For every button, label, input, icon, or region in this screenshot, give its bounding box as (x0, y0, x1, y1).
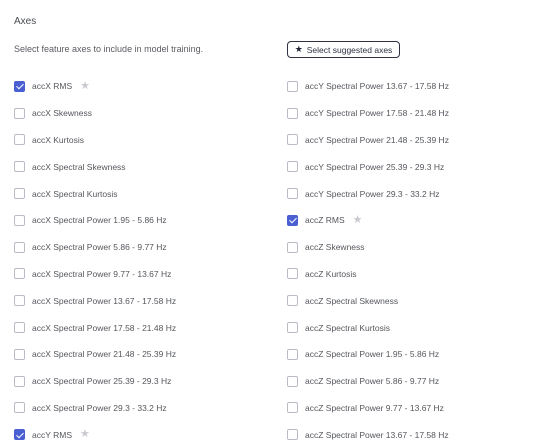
axis-option[interactable]: accZ Spectral Power 5.86 - 9.77 Hz (287, 368, 449, 395)
axis-checkbox[interactable] (287, 268, 298, 280)
axis-option[interactable]: accX Skewness (14, 100, 176, 127)
section-title: Axes (14, 16, 37, 27)
axis-checkbox[interactable] (287, 375, 298, 387)
axis-label: accX Spectral Skewness (32, 161, 126, 172)
axis-option[interactable]: accX Spectral Power 1.95 - 5.86 Hz (14, 207, 176, 234)
axis-checkbox[interactable] (14, 402, 25, 414)
axis-option[interactable]: accX RMS ★ (14, 73, 176, 100)
axis-option[interactable]: accY Spectral Power 17.58 - 21.48 Hz (287, 100, 449, 127)
axis-option[interactable]: accZ Spectral Kurtosis (287, 314, 449, 341)
select-suggested-axes-button[interactable]: ★ Select suggested axes (287, 41, 400, 58)
axis-label: accZ Skewness (305, 242, 365, 253)
axis-checkbox[interactable] (287, 322, 298, 334)
axis-option[interactable]: accX Spectral Power 17.58 - 21.48 Hz (14, 314, 176, 341)
axis-checkbox[interactable] (14, 161, 25, 173)
axis-label: accZ Spectral Power 5.86 - 9.77 Hz (305, 376, 440, 387)
axis-checkbox[interactable] (14, 322, 25, 334)
axis-label: accZ Spectral Power 1.95 - 5.86 Hz (305, 349, 440, 360)
suggested-star-icon: ★ (80, 428, 90, 441)
suggested-star-icon: ★ (80, 79, 91, 92)
axis-label: accX RMS (32, 81, 73, 92)
axis-label: accX Spectral Power 9.77 - 13.67 Hz (32, 268, 172, 279)
axis-option[interactable]: accZ Skewness (287, 234, 449, 261)
axis-checkbox[interactable] (14, 268, 25, 280)
axis-checkbox[interactable] (14, 188, 25, 200)
axes-list-left: accX RMS ★ accX Skewness accX Kurtosis accX … (14, 73, 176, 448)
axis-option[interactable]: accX Spectral Power 29.3 - 33.2 Hz (14, 395, 176, 422)
axis-option[interactable]: accY Spectral Power 13.67 - 17.58 Hz (287, 73, 449, 100)
axis-option[interactable]: accY Spectral Power 25.39 - 29.3 Hz (287, 153, 449, 180)
axis-checkbox[interactable] (287, 107, 298, 119)
axis-option[interactable]: accY RMS ★ (14, 421, 176, 448)
axis-checkbox[interactable] (287, 241, 298, 253)
axis-label: accX Kurtosis (32, 134, 84, 145)
axis-checkbox[interactable] (14, 429, 25, 441)
axis-label: accX Spectral Power 5.86 - 9.77 Hz (32, 242, 167, 253)
axis-option[interactable]: accZ Kurtosis (287, 261, 449, 288)
axis-label: accZ Spectral Skewness (305, 295, 399, 306)
axis-checkbox[interactable] (14, 348, 25, 360)
axis-label: accZ Spectral Power 13.67 - 17.58 Hz (305, 429, 449, 440)
axis-option[interactable]: accX Spectral Power 5.86 - 9.77 Hz (14, 234, 176, 261)
axis-label: accY Spectral Power 21.48 - 25.39 Hz (305, 134, 449, 145)
axis-checkbox[interactable] (14, 295, 25, 307)
axis-label: accZ Spectral Kurtosis (305, 322, 391, 333)
axis-label: accY Spectral Power 17.58 - 21.48 Hz (305, 108, 449, 119)
axis-option[interactable]: accX Spectral Kurtosis (14, 180, 176, 207)
axis-label: accY RMS (32, 429, 72, 440)
axis-label: accX Spectral Power 13.67 - 17.58 Hz (32, 295, 177, 306)
axis-checkbox[interactable] (287, 161, 298, 173)
axis-option[interactable]: accY Spectral Power 21.48 - 25.39 Hz (287, 127, 449, 154)
axis-checkbox[interactable] (14, 134, 25, 146)
axis-option[interactable]: accX Spectral Power 21.48 - 25.39 Hz (14, 341, 176, 368)
axis-checkbox[interactable] (14, 80, 25, 92)
axis-option[interactable]: accX Kurtosis (14, 127, 176, 154)
axis-option[interactable]: accY Spectral Power 29.3 - 33.2 Hz (287, 180, 449, 207)
axis-checkbox[interactable] (287, 214, 298, 226)
axis-checkbox[interactable] (287, 295, 298, 307)
axis-label: accX Spectral Power 17.58 - 21.48 Hz (32, 322, 177, 333)
axis-label: accX Spectral Power 1.95 - 5.86 Hz (32, 215, 167, 226)
axis-checkbox[interactable] (287, 80, 298, 92)
axis-label: accZ Kurtosis (305, 268, 357, 279)
axis-checkbox[interactable] (14, 107, 25, 119)
suggested-star-icon: ★ (352, 213, 363, 226)
axis-label: accX Spectral Power 25.39 - 29.3 Hz (32, 376, 172, 387)
star-icon: ★ (294, 44, 303, 54)
axes-list-right: accY Spectral Power 13.67 - 17.58 Hz accY… (287, 73, 449, 448)
axis-option[interactable]: accZ Spectral Power 1.95 - 5.86 Hz (287, 341, 449, 368)
axis-checkbox[interactable] (287, 188, 298, 200)
axis-label: accY Spectral Power 25.39 - 29.3 Hz (305, 161, 445, 172)
axis-label: accX Spectral Power 21.48 - 25.39 Hz (32, 349, 177, 360)
axis-option[interactable]: accZ RMS ★ (287, 207, 449, 234)
axis-checkbox[interactable] (14, 375, 25, 387)
axis-option[interactable]: accX Spectral Power 25.39 - 29.3 Hz (14, 368, 176, 395)
axis-label: accX Spectral Kurtosis (32, 188, 118, 199)
section-description: Select feature axes to include in model … (14, 44, 204, 54)
axis-label: accZ RMS (305, 215, 345, 226)
axis-checkbox[interactable] (14, 241, 25, 253)
select-suggested-axes-label: Select suggested axes (306, 44, 393, 55)
axis-label: accZ Spectral Power 9.77 - 13.67 Hz (305, 402, 444, 413)
axis-option[interactable]: accX Spectral Power 13.67 - 17.58 Hz (14, 287, 176, 314)
axis-label: accY Spectral Power 29.3 - 33.2 Hz (305, 188, 440, 199)
axis-checkbox[interactable] (287, 134, 298, 146)
axis-checkbox[interactable] (14, 214, 25, 226)
axis-checkbox[interactable] (287, 429, 298, 441)
axis-label: accX Spectral Power 29.3 - 33.2 Hz (32, 402, 167, 413)
axis-checkbox[interactable] (287, 402, 298, 414)
axis-label: accY Spectral Power 13.67 - 17.58 Hz (305, 81, 449, 92)
axis-option[interactable]: accX Spectral Power 9.77 - 13.67 Hz (14, 261, 176, 288)
axis-option[interactable]: accX Spectral Skewness (14, 153, 176, 180)
axis-label: accX Skewness (32, 108, 92, 119)
axis-option[interactable]: accZ Spectral Skewness (287, 287, 449, 314)
axis-checkbox[interactable] (287, 348, 298, 360)
axis-option[interactable]: accZ Spectral Power 13.67 - 17.58 Hz (287, 421, 449, 448)
axis-option[interactable]: accZ Spectral Power 9.77 - 13.67 Hz (287, 395, 449, 422)
